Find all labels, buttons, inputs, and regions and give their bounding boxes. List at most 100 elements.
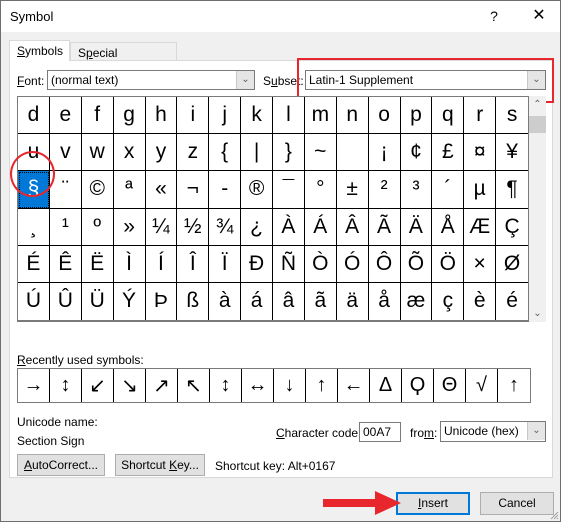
symbol-cell[interactable]: Î — [177, 245, 210, 283]
scroll-thumb[interactable] — [529, 116, 546, 133]
symbol-cell[interactable]: â — [273, 282, 305, 320]
symbol-cell[interactable]: Ó — [336, 245, 369, 283]
symbol-cell[interactable]: Ë — [81, 245, 114, 283]
recent-symbols-grid[interactable]: → ↕ ↙ ↘ ↗ ↖ ↕ ↔ ↓ ↑ ← Δ Ϙ Θ √ ↑ — [17, 368, 531, 403]
symbol-cell[interactable]: Þ — [146, 282, 178, 320]
symbol-cell[interactable]: Æ — [464, 208, 497, 246]
symbol-cell[interactable]: Ñ — [273, 245, 305, 283]
font-select[interactable]: (normal text) ⌄ — [47, 70, 255, 90]
symbol-cell[interactable]: À — [273, 208, 305, 246]
symbol-cell[interactable]: £ — [432, 134, 465, 172]
symbol-cell[interactable]: r — [464, 97, 497, 135]
symbol-cell[interactable]: Ò — [304, 245, 337, 283]
symbol-cell[interactable]: l — [273, 97, 305, 135]
resize-grip-icon[interactable] — [549, 510, 559, 520]
symbol-cell[interactable]: Õ — [400, 245, 433, 283]
symbol-cell[interactable]: ß — [177, 282, 210, 320]
recent-symbol[interactable]: ↗ — [146, 369, 178, 402]
symbol-cell[interactable]: © — [81, 171, 114, 209]
symbol-cell[interactable]: ³ — [400, 171, 433, 209]
symbol-cell[interactable]: Ç — [496, 209, 528, 246]
chevron-down-icon[interactable]: ⌄ — [527, 71, 545, 89]
symbol-cell[interactable]: { — [209, 134, 242, 172]
symbol-cell[interactable]: ¹ — [49, 208, 82, 246]
recent-symbol[interactable]: ↖ — [178, 369, 210, 402]
help-button[interactable]: ? — [484, 6, 504, 26]
symbol-cell[interactable]: Í — [145, 245, 178, 283]
recent-symbol[interactable]: Δ — [370, 369, 402, 402]
scroll-down-icon[interactable]: ⌄ — [529, 305, 546, 322]
recent-symbol[interactable]: ↔ — [242, 369, 274, 402]
symbol-cell[interactable]: » — [113, 208, 146, 246]
symbol-cell[interactable]: å — [369, 282, 401, 320]
symbol-cell[interactable]: Ä — [400, 208, 433, 246]
symbol-cell[interactable]: Ð — [241, 245, 273, 283]
shortcut-key-button[interactable]: Shortcut Key... — [115, 454, 205, 476]
symbol-cell[interactable]: ² — [368, 171, 401, 209]
recent-symbol[interactable]: → — [18, 369, 50, 402]
from-select[interactable]: Unicode (hex) ⌄ — [440, 421, 546, 442]
symbol-cell[interactable]: Ã — [368, 208, 401, 246]
tab-special-characters[interactable]: Special Characters — [70, 42, 177, 80]
symbol-cell[interactable]: ± — [336, 171, 369, 209]
symbol-cell[interactable]: | — [241, 134, 273, 172]
symbol-cell[interactable]: h — [145, 97, 178, 135]
symbol-cell[interactable]: x — [113, 134, 146, 172]
symbol-cell[interactable]: ¶ — [496, 171, 528, 209]
symbol-cell[interactable]: á — [241, 282, 273, 320]
symbol-cell[interactable]: ¿ — [241, 208, 273, 246]
recent-symbol[interactable]: ↕ — [210, 369, 242, 402]
symbol-cell[interactable]: Ü — [82, 282, 114, 320]
symbol-cell[interactable]: à — [209, 282, 242, 320]
insert-button[interactable]: Insert — [396, 492, 470, 515]
symbol-cell[interactable]: y — [145, 134, 178, 172]
symbol-cell[interactable]: ã — [305, 282, 337, 320]
symbol-cell[interactable]: º — [81, 208, 114, 246]
symbol-cell[interactable]: Á — [304, 208, 337, 246]
recent-symbol[interactable]: Θ — [434, 369, 466, 402]
scroll-up-icon[interactable]: ⌃ — [529, 96, 546, 113]
recent-symbol[interactable]: ↑ — [498, 369, 530, 402]
symbol-cell[interactable]: ¼ — [145, 208, 178, 246]
symbol-cell[interactable]: e — [49, 97, 82, 135]
symbol-cell[interactable]: « — [145, 171, 178, 209]
close-button[interactable]: ✕ — [527, 6, 551, 26]
symbol-cell[interactable]: Å — [432, 208, 465, 246]
tab-symbols[interactable]: Symbols — [9, 40, 70, 61]
symbol-cell[interactable]: é — [496, 283, 528, 320]
chevron-down-icon[interactable]: ⌄ — [236, 71, 254, 89]
symbol-cell[interactable]: Ý — [114, 282, 146, 320]
symbol-cell[interactable]: g — [113, 97, 146, 135]
symbol-cell[interactable]: è — [464, 282, 497, 320]
symbol-cell[interactable]: ¯ — [273, 171, 305, 209]
symbol-cell[interactable]: Ì — [113, 245, 146, 283]
symbol-cell[interactable]: o — [368, 97, 401, 135]
symbol-cell[interactable]: v — [49, 134, 82, 172]
symbol-cell[interactable]: ® — [241, 171, 273, 209]
recent-symbol[interactable]: ↑ — [306, 369, 338, 402]
symbol-cell[interactable]: j — [209, 97, 242, 135]
symbol-cell[interactable]: ¥ — [496, 134, 528, 172]
symbol-cell[interactable] — [336, 134, 369, 172]
recent-symbol[interactable]: ← — [338, 369, 370, 402]
symbol-cell[interactable]: Ö — [432, 245, 465, 283]
symbol-cell[interactable]: ä — [337, 282, 369, 320]
autocorrect-button[interactable]: AutoCorrect... — [17, 454, 105, 476]
symbol-cell[interactable]: } — [273, 134, 305, 172]
recent-symbol[interactable]: Ϙ — [402, 369, 434, 402]
symbol-cell[interactable]: Ê — [49, 245, 82, 283]
symbol-cell[interactable]: k — [241, 97, 273, 135]
symbol-cell[interactable]: ¸ — [18, 208, 50, 246]
symbol-cell[interactable]: q — [432, 97, 465, 135]
symbol-cell[interactable]: Ô — [368, 245, 401, 283]
symbol-cell[interactable]: ¢ — [400, 134, 433, 172]
symbol-cell[interactable]: É — [18, 245, 50, 283]
symbol-cell[interactable]: n — [336, 97, 369, 135]
symbol-cell[interactable]: ° — [304, 171, 337, 209]
cancel-button[interactable]: Cancel — [480, 492, 554, 515]
symbol-cell[interactable]: i — [177, 97, 210, 135]
symbol-cell[interactable]: ~ — [304, 134, 337, 172]
symbol-cell[interactable]: ¬ — [177, 171, 210, 209]
recent-symbol[interactable]: ↕ — [50, 369, 82, 402]
recent-symbol[interactable]: ↘ — [114, 369, 146, 402]
